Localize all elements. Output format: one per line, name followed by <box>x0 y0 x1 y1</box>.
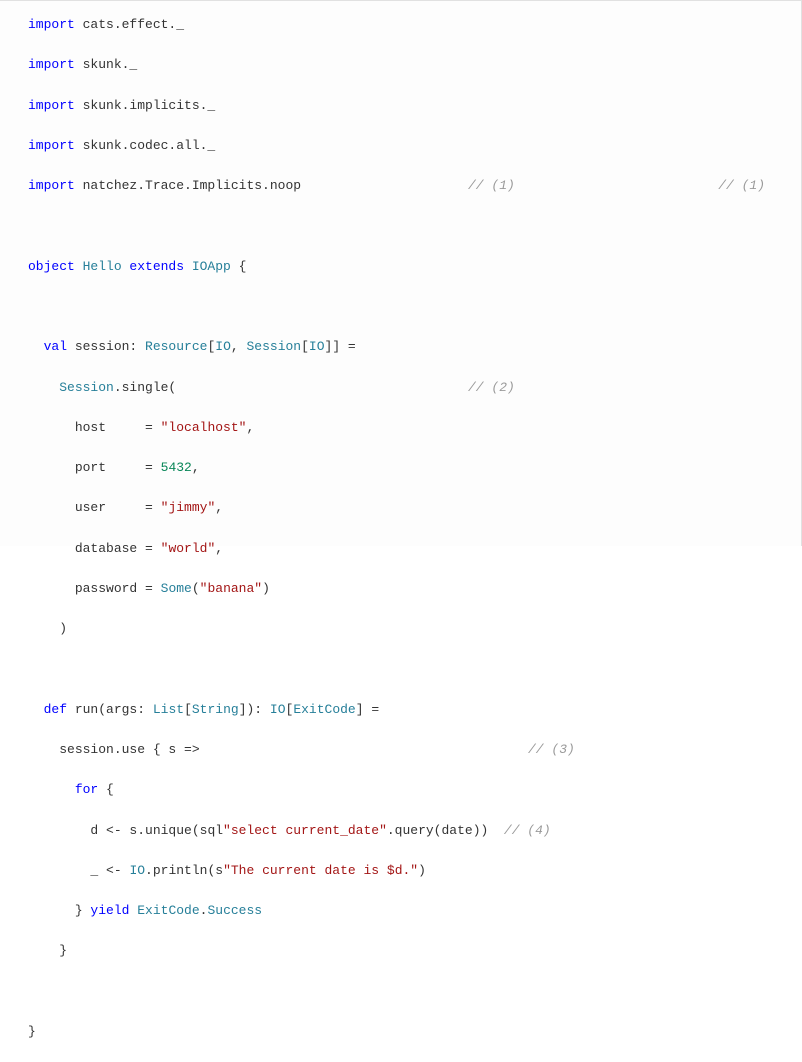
code-line: val session: Resource[IO, Session[IO]] = <box>28 337 781 357</box>
code-line: _ <- IO.println(s"The current date is $d… <box>28 861 781 881</box>
code-line: host = "localhost", <box>28 418 781 438</box>
code-line <box>28 216 781 236</box>
comment-annotation: // (4) <box>504 823 551 838</box>
code-line: user = "jimmy", <box>28 498 781 518</box>
code-line: import skunk._ <box>28 55 781 75</box>
code-line: password = Some("banana") <box>28 579 781 599</box>
code-line: import skunk.codec.all._ <box>28 136 781 156</box>
code-line: import natchez.Trace.Implicits.noop// (1… <box>28 176 781 196</box>
code-line: } <box>28 1022 781 1042</box>
code-line: ) <box>28 619 781 639</box>
code-line: import cats.effect._ <box>28 15 781 35</box>
comment-annotation: // (3) <box>528 740 575 760</box>
comment-annotation: // (1) <box>468 176 515 196</box>
comment-annotation: // (2) <box>468 378 515 398</box>
code-line: import skunk.implicits._ <box>28 96 781 116</box>
code-line <box>28 297 781 317</box>
code-line: port = 5432, <box>28 458 781 478</box>
code-line: d <- s.unique(sql"select current_date".q… <box>28 821 781 841</box>
code-line: database = "world", <box>28 539 781 559</box>
code-line: def run(args: List[String]): IO[ExitCode… <box>28 700 781 720</box>
code-block: import cats.effect._ import skunk._ impo… <box>0 0 802 546</box>
code-line: Session.single(// (2) <box>28 378 781 398</box>
code-line: } yield ExitCode.Success <box>28 901 781 921</box>
code-line: object Hello extends IOApp { <box>28 257 781 277</box>
comment-annotation: // (1) <box>718 176 765 196</box>
code-line <box>28 660 781 680</box>
code-line: for { <box>28 780 781 800</box>
code-line: session.use { s =>// (3) <box>28 740 781 760</box>
code-line <box>28 982 781 1002</box>
code-pre: import cats.effect._ import skunk._ impo… <box>28 15 781 1062</box>
code-line: } <box>28 941 781 961</box>
